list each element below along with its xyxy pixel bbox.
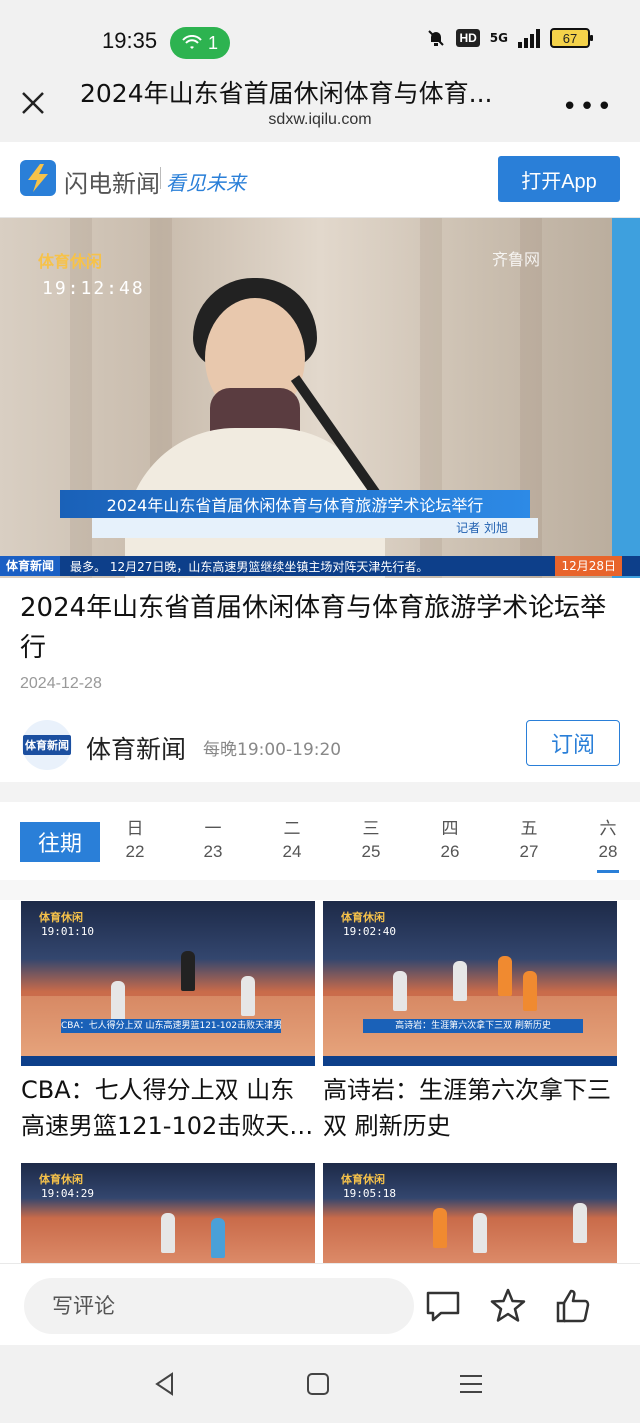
status-time: 19:35 bbox=[102, 28, 158, 53]
video-player[interactable]: 体育休闲 19:12:48 齐鲁网 2024年山东省首届休闲体育与体育旅游学术论… bbox=[0, 218, 640, 578]
section-divider bbox=[0, 782, 640, 802]
thumbs-up-icon[interactable] bbox=[553, 1286, 593, 1326]
thumb-logo: 体育休闲 bbox=[39, 911, 83, 924]
video-card[interactable]: 体育休闲 19:02:40 高诗岩：生涯第六次拿下三双 刷新历史 高诗岩：生涯第… bbox=[323, 901, 617, 1144]
video-card[interactable]: 体育休闲 19:04:29 bbox=[21, 1163, 315, 1263]
day-tab-26[interactable]: 四 26 bbox=[430, 814, 470, 862]
hotspot-count: 1 bbox=[207, 32, 218, 53]
day-tab-25[interactable]: 三 25 bbox=[351, 814, 391, 862]
article-date: 2024-12-28 bbox=[20, 675, 102, 692]
thumb-clock: 19:02:40 bbox=[343, 925, 396, 938]
program-avatar[interactable]: 体育新闻 bbox=[22, 720, 72, 770]
system-nav-bar bbox=[0, 1345, 640, 1423]
browser-header: 2024年山东省首届休闲体育与体育... sdxw.iqilu.com ••• bbox=[0, 70, 640, 142]
thumb-clock: 19:05:18 bbox=[343, 1187, 396, 1200]
battery-icon: 67 bbox=[550, 28, 593, 48]
app-banner: 闪电新闻 看见未来 打开App bbox=[0, 142, 640, 218]
thumb-banner: 高诗岩：生涯第六次拿下三双 刷新历史 bbox=[363, 1019, 583, 1033]
day-tab-28[interactable]: 六 28 bbox=[588, 814, 628, 873]
thumb-clock: 19:04:29 bbox=[41, 1187, 94, 1200]
day-tab-24[interactable]: 二 24 bbox=[272, 814, 312, 862]
video-reporter: 记者 刘旭 bbox=[92, 518, 538, 538]
network-type: 5G bbox=[489, 31, 508, 45]
past-episodes-label[interactable]: 往期 bbox=[20, 822, 100, 862]
back-icon[interactable] bbox=[150, 1369, 180, 1399]
program-row: 体育新闻 体育新闻 每晚19:00-19:20 订阅 bbox=[0, 710, 640, 782]
channel-logo: 体育休闲 bbox=[38, 252, 103, 271]
video-thumbnail[interactable]: 体育休闲 19:04:29 bbox=[21, 1163, 315, 1263]
program-name[interactable]: 体育新闻 bbox=[86, 730, 186, 766]
day-tab-23[interactable]: 一 23 bbox=[193, 814, 233, 862]
list-divider bbox=[0, 880, 640, 900]
video-card-title[interactable]: 高诗岩：生涯第六次拿下三双 刷新历史 bbox=[323, 1072, 617, 1144]
program-logo-text: 体育新闻 bbox=[23, 735, 71, 755]
signal-icon bbox=[518, 28, 540, 48]
comment-icon[interactable] bbox=[423, 1286, 463, 1326]
status-bar: 19:35 1 HD 5G 67 bbox=[0, 0, 640, 70]
day-tab-27[interactable]: 五 27 bbox=[509, 814, 549, 862]
backdrop-panel bbox=[612, 218, 640, 578]
video-watermark: 齐鲁网 bbox=[491, 250, 540, 269]
brand-name: 闪电新闻 bbox=[64, 170, 160, 198]
home-icon[interactable] bbox=[303, 1369, 333, 1399]
ticker-text: 最多。 12月27日晚，山东高速男篮继续坐镇主场对阵天津先行者。 bbox=[70, 559, 429, 574]
thumb-banner: CBA：七人得分上双 山东高速男篮121-102击败天津男篮 bbox=[61, 1019, 281, 1033]
video-clock: 19:12:48 bbox=[42, 278, 145, 299]
video-headline: 2024年山东省首届休闲体育与体育旅游学术论坛举行 bbox=[60, 490, 530, 518]
lightning-logo-icon bbox=[20, 160, 56, 196]
video-thumbnail[interactable]: 体育休闲 19:02:40 高诗岩：生涯第六次拿下三双 刷新历史 bbox=[323, 901, 617, 1066]
video-ticker: 体育新闻 最多。 12月27日晚，山东高速男篮继续坐镇主场对阵天津先行者。 12… bbox=[0, 556, 640, 576]
video-card[interactable]: 体育休闲 19:05:18 bbox=[323, 1163, 617, 1263]
brand-slogan: 看见未来 bbox=[166, 171, 246, 195]
mute-bell-icon bbox=[428, 30, 445, 46]
comment-bar: 写评论 bbox=[0, 1263, 640, 1345]
comment-input[interactable]: 写评论 bbox=[24, 1278, 414, 1334]
day-tab-22[interactable]: 日 22 bbox=[115, 814, 155, 862]
subscribe-button[interactable]: 订阅 bbox=[526, 720, 620, 766]
ticker-date: 12月28日 bbox=[555, 556, 622, 576]
hd-badge: HD bbox=[456, 29, 480, 47]
program-schedule: 每晚19:00-19:20 bbox=[203, 740, 342, 760]
page-domain: sdxw.iqilu.com bbox=[268, 111, 372, 128]
star-icon[interactable] bbox=[488, 1286, 528, 1326]
brand-separator bbox=[160, 167, 161, 189]
video-thumbnail[interactable]: 体育休闲 19:01:10 CBA：七人得分上双 山东高速男篮121-102击败… bbox=[21, 901, 315, 1066]
more-options-icon[interactable]: ••• bbox=[562, 92, 614, 122]
open-app-button[interactable]: 打开App bbox=[498, 156, 620, 202]
video-card[interactable]: 体育休闲 19:01:10 CBA：七人得分上双 山东高速男篮121-102击败… bbox=[21, 901, 315, 1144]
hotspot-indicator: 1 bbox=[170, 27, 230, 59]
video-thumbnail[interactable]: 体育休闲 19:05:18 bbox=[323, 1163, 617, 1263]
wifi-icon bbox=[182, 35, 202, 49]
thumb-logo: 体育休闲 bbox=[341, 1173, 385, 1186]
thumb-logo: 体育休闲 bbox=[341, 911, 385, 924]
ticker-tag: 体育新闻 bbox=[0, 556, 61, 576]
video-card-title[interactable]: CBA：七人得分上双 山东高速男篮121-102击败天津先行者 bbox=[21, 1072, 315, 1144]
date-tabs: 往期 日 22 一 23 二 24 三 25 四 26 五 27 六 28 bbox=[0, 802, 640, 880]
page-title: 2024年山东省首届休闲体育与体育... bbox=[80, 79, 493, 108]
battery-level: 67 bbox=[562, 30, 578, 46]
thumb-clock: 19:01:10 bbox=[41, 925, 94, 938]
menu-icon[interactable] bbox=[456, 1369, 486, 1399]
thumb-logo: 体育休闲 bbox=[39, 1173, 83, 1186]
article-title: 2024年山东省首届休闲体育与体育旅游学术论坛举行 bbox=[20, 593, 607, 663]
